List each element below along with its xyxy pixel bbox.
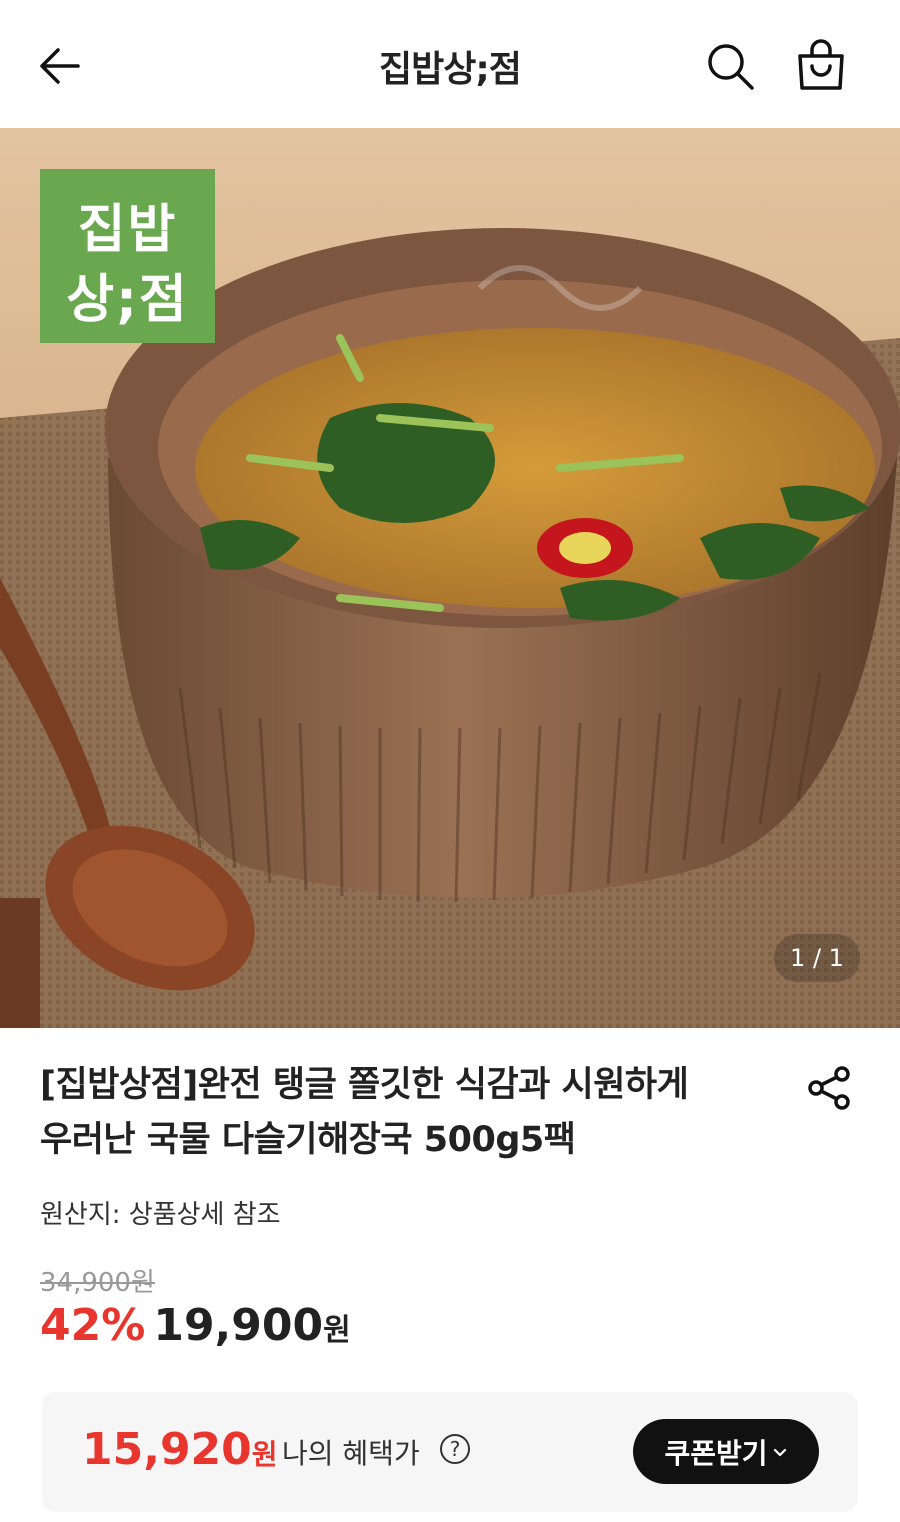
benefit-price-unit: 원	[251, 1438, 278, 1471]
share-button[interactable]	[806, 1064, 854, 1112]
shopping-bag-icon	[798, 39, 844, 90]
sale-price: 19,900	[153, 1300, 324, 1351]
sale-price-unit: 원	[323, 1313, 351, 1348]
get-coupon-button[interactable]: 쿠폰받기	[633, 1419, 819, 1484]
cart-button[interactable]	[794, 38, 848, 92]
original-price: 34,900원	[40, 1268, 155, 1298]
benefit-price-value: 15,920	[82, 1424, 252, 1475]
brand-logo-line1: 집밥	[77, 200, 178, 260]
brand-logo-badge: 집밥 상;점	[40, 169, 215, 343]
brand-logo-line2: 상;점	[66, 270, 189, 330]
product-image[interactable]: 집밥 상;점 1 / 1	[0, 128, 900, 1028]
product-title-line1: [집밥상점]완전 탱글 쫄깃한 식감과 시원하게	[40, 1065, 689, 1105]
benefit-label: 나의 혜택가	[282, 1437, 420, 1470]
discount-rate: 42%	[40, 1300, 146, 1351]
product-title: [집밥상점]완전 탱글 쫄깃한 식감과 시원하게 우러난 국물 다슬기해장국 5…	[40, 1058, 780, 1168]
top-bar: 집밥상;점	[0, 0, 900, 128]
search-button[interactable]	[704, 40, 756, 92]
benefit-price-box: 15,920 원 나의 혜택가 ? 쿠폰받기	[42, 1392, 858, 1512]
help-icon[interactable]: ?	[440, 1434, 470, 1464]
get-coupon-label: 쿠폰받기	[664, 1436, 768, 1470]
image-pager: 1 / 1	[774, 934, 860, 982]
origin-info: 원산지: 상품상세 참조	[40, 1200, 281, 1230]
search-icon	[708, 44, 754, 90]
product-title-line2: 우러난 국물 다슬기해장국 500g5팩	[40, 1120, 576, 1160]
page-title: 집밥상;점	[379, 49, 522, 90]
chevron-down-icon	[773, 1448, 786, 1456]
benefit-price: 15,920 원	[82, 1424, 278, 1475]
price-row: 42% 19,900 원	[40, 1300, 351, 1360]
share-icon	[808, 1066, 850, 1110]
